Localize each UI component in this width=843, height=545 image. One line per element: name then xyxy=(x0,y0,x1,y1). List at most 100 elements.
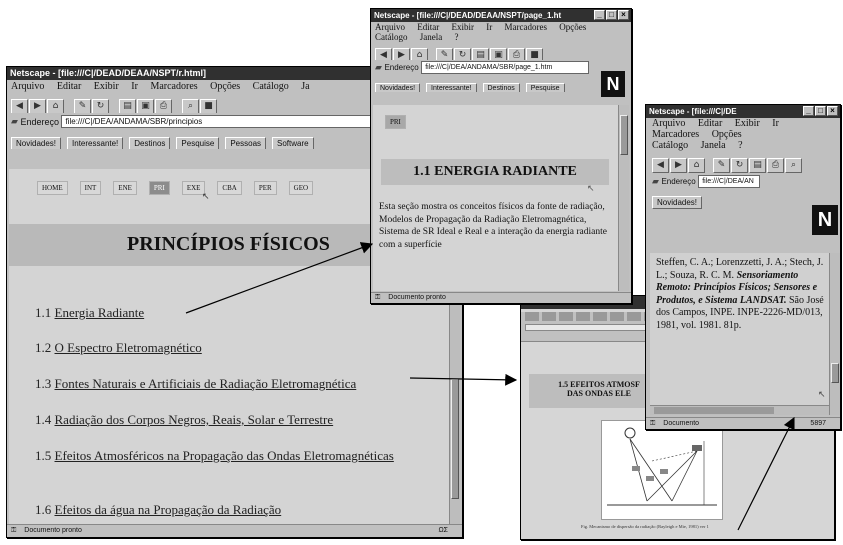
dir-button-interessante[interactable]: Interessante! xyxy=(426,83,477,92)
menu-arquivo[interactable]: Arquivo xyxy=(11,81,44,92)
reload-icon[interactable]: ↻ xyxy=(92,99,109,113)
dir-button-novidades[interactable]: Novidades! xyxy=(375,83,421,92)
find-icon[interactable]: ⌕ xyxy=(182,99,199,113)
toc-item-1-2[interactable]: 1.2 O Espectro Eletromagnético xyxy=(35,340,202,356)
toc-link[interactable]: Fontes Naturais e Artificiais de Radiaçã… xyxy=(55,376,357,391)
nav-tab-pri[interactable]: PRI xyxy=(148,181,170,195)
menu-marcadores[interactable]: Marcadores xyxy=(652,129,699,140)
toc-item-1-5[interactable]: 1.5 Efeitos Atmosféricos na Propagação d… xyxy=(35,448,430,464)
bookmark-icon[interactable]: ▰ xyxy=(375,62,382,73)
open-icon[interactable]: ▣ xyxy=(490,48,507,60)
toc-item-1-3[interactable]: 1.3 Fontes Naturais e Artificiais de Rad… xyxy=(35,376,356,392)
toc-link[interactable]: Efeitos da água na Propagação da Radiaçã… xyxy=(55,502,282,517)
print-icon[interactable]: ⎙ xyxy=(155,99,172,113)
reference-horizontal-scrollbar[interactable] xyxy=(650,405,829,415)
back-icon[interactable]: ◀ xyxy=(11,99,28,113)
reload-icon[interactable]: ↻ xyxy=(454,48,471,60)
toc-item-1-6[interactable]: 1.6 Efeitos da água na Propagação da Rad… xyxy=(35,502,281,518)
toc-link[interactable]: Efeitos Atmosféricos na Propagação das O… xyxy=(55,448,394,463)
home-icon[interactable]: ⌂ xyxy=(47,99,64,113)
dir-button-novidades[interactable]: Novidades! xyxy=(652,196,703,209)
menu-editar[interactable]: Editar xyxy=(698,118,722,129)
maximize-icon[interactable]: □ xyxy=(815,106,826,116)
forward-icon[interactable]: ▶ xyxy=(29,99,46,113)
menu-marcadores[interactable]: Marcadores xyxy=(150,81,197,92)
nav-tab-int[interactable]: INT xyxy=(79,181,102,195)
address-input[interactable]: file:///C|/DEA/ANDAMA/SBR/page_1.htm xyxy=(421,61,590,74)
energy-title-bar[interactable]: Netscape - [file:///C|/DEAD/DEAA/NSPT/pa… xyxy=(371,9,631,22)
minimize-icon[interactable]: _ xyxy=(594,10,605,20)
menu-exibir[interactable]: Exibir xyxy=(94,81,119,92)
reload-icon[interactable]: ↻ xyxy=(731,158,748,173)
menu-ir[interactable]: Ir xyxy=(772,118,779,129)
dir-button-pesquise[interactable]: Pesquise xyxy=(525,83,565,92)
close-icon[interactable]: × xyxy=(618,10,629,20)
toc-item-1-4[interactable]: 1.4 Radiação dos Corpos Negros, Reais, S… xyxy=(35,412,333,428)
stop-icon[interactable]: ■ xyxy=(526,48,543,60)
dir-button-interessante[interactable]: Interessante! xyxy=(67,137,124,149)
address-input[interactable]: file:///C|/DEA/ANDAMA/SBR/principios xyxy=(61,115,382,128)
images-icon[interactable]: ▤ xyxy=(749,158,766,173)
close-icon[interactable]: × xyxy=(827,106,838,116)
reference-vertical-scrollbar[interactable] xyxy=(829,253,840,415)
scrollbar-thumb[interactable] xyxy=(831,363,839,383)
menu-exibir[interactable]: Exibir xyxy=(452,22,475,32)
scrollbar-thumb[interactable] xyxy=(620,115,628,155)
nav-tab-pri[interactable]: PRI xyxy=(385,115,406,129)
bookmark-icon[interactable]: ▰ xyxy=(652,176,659,187)
back-icon[interactable]: ◀ xyxy=(652,158,669,173)
menu-help[interactable]: ? xyxy=(455,32,459,42)
menu-opcoes[interactable]: Opções xyxy=(712,129,742,140)
scrollbar-thumb[interactable] xyxy=(451,379,459,499)
maximize-icon[interactable]: □ xyxy=(606,10,617,20)
back-icon[interactable]: ◀ xyxy=(375,48,392,60)
menu-janela[interactable]: Ja xyxy=(301,81,309,92)
menu-opcoes[interactable]: Opções xyxy=(210,81,240,92)
toc-item-1-1[interactable]: 1.1 Energia Radiante xyxy=(35,305,144,321)
address-input[interactable]: file:///C|/DEA/AN xyxy=(698,175,761,188)
menu-arquivo[interactable]: Arquivo xyxy=(652,118,685,129)
dir-button-destinos[interactable]: Destinos xyxy=(129,137,171,149)
menu-help[interactable]: ? xyxy=(738,140,742,151)
energy-vertical-scrollbar[interactable] xyxy=(618,105,629,291)
dir-button-destinos[interactable]: Destinos xyxy=(482,83,520,92)
menu-janela[interactable]: Janela xyxy=(701,140,726,151)
dir-button-pessoas[interactable]: Pessoas xyxy=(225,137,267,149)
print-icon[interactable]: ⎙ xyxy=(767,158,784,173)
dir-button-pesquise[interactable]: Pesquise xyxy=(176,137,220,149)
menu-catalogo[interactable]: Catálogo xyxy=(253,81,289,92)
menu-arquivo[interactable]: Arquivo xyxy=(375,22,405,32)
bookmark-icon[interactable]: ▰ xyxy=(11,116,18,127)
nav-tab-ene[interactable]: ENE xyxy=(113,181,137,195)
menu-ir[interactable]: Ir xyxy=(131,81,138,92)
open-icon[interactable]: ▣ xyxy=(137,99,154,113)
edit-icon[interactable]: ✎ xyxy=(436,48,453,60)
toc-link[interactable]: Radiação dos Corpos Negros, Reais, Solar… xyxy=(55,412,334,427)
toc-link[interactable]: Energia Radiante xyxy=(55,305,145,320)
menu-exibir[interactable]: Exibir xyxy=(735,118,760,129)
menu-ir[interactable]: Ir xyxy=(486,22,492,32)
toc-link[interactable]: O Espectro Eletromagnético xyxy=(55,340,202,355)
menu-janela[interactable]: Janela xyxy=(420,32,443,42)
menu-opcoes[interactable]: Opções xyxy=(559,22,586,32)
edit-icon[interactable]: ✎ xyxy=(74,99,91,113)
images-icon[interactable]: ▤ xyxy=(119,99,136,113)
stop-icon[interactable]: ■ xyxy=(200,99,217,113)
menu-catalogo[interactable]: Catálogo xyxy=(652,140,688,151)
nav-tab-cba[interactable]: CBA xyxy=(217,181,242,195)
find-icon[interactable]: ⌕ xyxy=(785,158,802,173)
nav-tab-home[interactable]: HOME xyxy=(37,181,68,195)
images-icon[interactable]: ▤ xyxy=(472,48,489,60)
print-icon[interactable]: ⎙ xyxy=(508,48,525,60)
home-icon[interactable]: ⌂ xyxy=(411,48,428,60)
dir-button-novidades[interactable]: Novidades! xyxy=(11,137,62,149)
nav-tab-per[interactable]: PER xyxy=(253,181,277,195)
menu-catalogo[interactable]: Catálogo xyxy=(375,32,408,42)
hscroll-thumb[interactable] xyxy=(654,407,774,414)
forward-icon[interactable]: ▶ xyxy=(670,158,687,173)
nav-tab-geo[interactable]: GEO xyxy=(288,181,314,195)
reference-title-bar[interactable]: Netscape - [file:///C|/DE _ □ × xyxy=(646,105,840,118)
forward-icon[interactable]: ▶ xyxy=(393,48,410,60)
dir-button-software[interactable]: Software xyxy=(272,137,314,149)
edit-icon[interactable]: ✎ xyxy=(713,158,730,173)
